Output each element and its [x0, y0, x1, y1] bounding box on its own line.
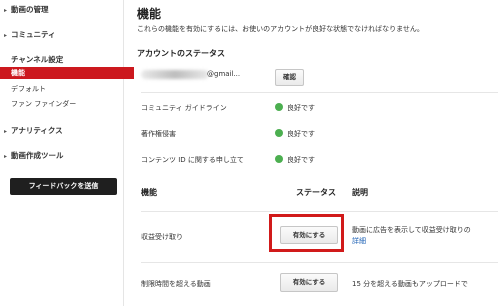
status-text: 良好です [287, 130, 315, 138]
nav-video-manager[interactable]: ▸ 動画の管理 [0, 4, 127, 15]
sidebar-item-label: デフォルト [11, 85, 46, 93]
blurred-email-address [141, 70, 209, 79]
enable-long-videos-button[interactable]: 有効にする [280, 273, 338, 292]
nav-community[interactable]: ▸ コミュニティ [0, 29, 127, 40]
sidebar-item-features[interactable]: 機能 [0, 67, 134, 79]
status-badge: 良好です [275, 129, 315, 139]
collapse-arrow-icon: ▸ [4, 32, 8, 39]
collapse-arrow-icon: ▸ [4, 153, 8, 160]
verify-button[interactable]: 確認 [275, 69, 304, 86]
feature-description: 15 分を超える動画もアップロードで [352, 280, 468, 288]
status-text: 良好です [287, 156, 315, 164]
page-subtitle: これらの機能を有効にするには、お使いのアカウントが良好な状態でなければなりません… [137, 25, 424, 33]
divider [141, 92, 498, 93]
nav-analytics-label: アナリティクス [11, 126, 63, 135]
divider [141, 262, 498, 263]
status-badge: 良好です [275, 155, 315, 165]
sidebar-item-label: ファン ファインダー [11, 100, 77, 108]
feature-description: 動画に広告を表示して収益受け取りの [352, 226, 471, 234]
column-header-feature: 機能 [141, 188, 157, 197]
collapse-arrow-icon: ▸ [4, 7, 8, 14]
nav-video-manager-label: 動画の管理 [11, 5, 49, 14]
feature-label-long-videos: 制限時間を超える動画 [141, 280, 211, 288]
page-title: 機能 [137, 7, 162, 21]
main-content: 機能 これらの機能を有効にするには、お使いのアカウントが良好な状態でなければなり… [137, 0, 498, 306]
details-link[interactable]: 詳細 [352, 236, 366, 246]
column-header-description: 説明 [352, 188, 368, 197]
email-domain: @gmail... [207, 70, 241, 78]
status-ok-icon [275, 155, 283, 163]
sidebar-item-fan-finder[interactable]: ファン ファインダー [0, 98, 134, 110]
status-badge: 良好です [275, 103, 315, 113]
nav-creator-tools-label: 動画作成ツール [11, 151, 64, 160]
send-feedback-button[interactable]: フィードバックを送信 [10, 178, 117, 195]
feature-label-monetization: 収益受け取り [141, 233, 183, 241]
nav-creator-tools[interactable]: ▸ 動画作成ツール [0, 150, 127, 161]
nav-community-label: コミュニティ [11, 30, 56, 39]
collapse-arrow-icon: ▸ [4, 128, 8, 135]
status-row-label: コミュニティ ガイドライン [141, 104, 227, 112]
status-ok-icon [275, 103, 283, 111]
nav-channel-settings[interactable]: チャンネル設定 [0, 54, 134, 65]
column-header-status: ステータス [296, 188, 336, 197]
sidebar-item-label: 機能 [11, 69, 25, 77]
status-text: 良好です [287, 104, 315, 112]
enable-monetization-button[interactable]: 有効にする [280, 226, 338, 244]
sidebar-item-defaults[interactable]: デフォルト [0, 83, 134, 95]
sidebar: ▸ 動画の管理 ▸ コミュニティ チャンネル設定 機能 デフォルト ファン ファイン… [0, 0, 134, 306]
nav-channel-settings-label: チャンネル設定 [11, 55, 64, 64]
status-ok-icon [275, 129, 283, 137]
status-row-label: 著作権侵害 [141, 130, 176, 138]
divider [141, 211, 498, 212]
status-row-label: コンテンツ ID に関する申し立て [141, 156, 244, 164]
nav-analytics[interactable]: ▸ アナリティクス [0, 125, 127, 136]
account-status-heading: アカウントのステータス [137, 49, 225, 58]
